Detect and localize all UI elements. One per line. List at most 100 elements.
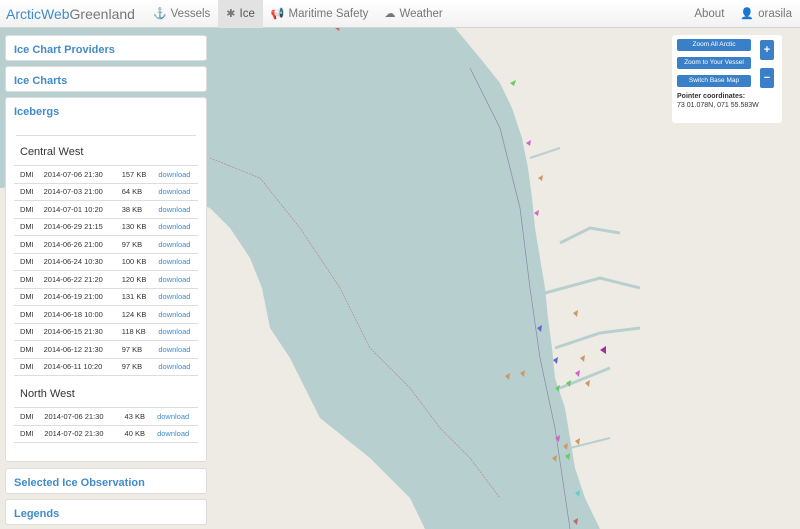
table-row: DMI 2014-06-29 21:15 130 KB download <box>14 217 198 236</box>
pointer-coordinates-label: Pointer coordinates: <box>677 93 746 100</box>
download-link[interactable]: download <box>152 252 198 271</box>
provider-cell: DMI <box>14 357 38 376</box>
panel-ice-charts[interactable]: Ice Charts <box>5 66 207 92</box>
date-cell: 2014-06-15 21:30 <box>37 322 116 341</box>
size-cell: 64 KB <box>115 182 153 201</box>
size-cell: 131 KB <box>115 287 153 306</box>
nav-ice[interactable]: ✱ Ice <box>218 0 263 28</box>
nav-vessels[interactable]: ⚓ Vessels <box>145 0 218 28</box>
provider-cell: DMI <box>14 340 38 358</box>
switch-base-map-button[interactable]: Switch Base Map <box>677 75 751 87</box>
zoom-to-vessel-button[interactable]: Zoom to Your Vessel <box>677 57 751 69</box>
nav-vessels-label: Vessels <box>170 7 211 20</box>
date-cell: 2014-07-03 21:00 <box>37 182 116 201</box>
provider-cell: DMI <box>14 287 38 306</box>
size-cell: 97 KB <box>115 235 153 253</box>
panel-title-providers[interactable]: Ice Chart Providers <box>6 36 206 64</box>
table-row: DMI 2014-07-01 10:20 38 KB download <box>14 200 198 218</box>
top-navbar: ArcticWeb Greenland ⚓ Vessels ✱ Ice 📢 Mar… <box>0 0 800 28</box>
central-west-table: DMI 2014-07-06 21:30 157 KB download DMI 2014… <box>14 165 198 376</box>
date-cell: 2014-06-11 10:20 <box>37 357 116 376</box>
panel-selected-ice-observation[interactable]: Selected Ice Observation <box>5 468 207 494</box>
zoom-all-arctic-button[interactable]: Zoom All Arctic <box>677 39 751 51</box>
provider-cell: DMI <box>14 424 39 443</box>
provider-cell: DMI <box>14 200 38 218</box>
table-row: DMI 2014-06-12 21:30 97 KB download <box>14 340 198 358</box>
download-link[interactable]: download <box>152 340 198 358</box>
table-row: DMI 2014-06-24 10:30 100 KB download <box>14 252 198 271</box>
nav-about[interactable]: About <box>686 0 732 28</box>
table-row: DMI 2014-06-26 21:00 97 KB download <box>14 235 198 253</box>
size-cell: 97 KB <box>115 340 153 358</box>
provider-cell: DMI <box>14 305 38 323</box>
download-link[interactable]: download <box>152 165 198 183</box>
date-cell: 2014-07-06 21:30 <box>37 165 116 183</box>
user-icon: 👤 <box>740 8 755 20</box>
brand-logo[interactable]: ArcticWeb Greenland <box>0 0 145 28</box>
download-link[interactable]: download <box>151 424 198 443</box>
size-cell: 120 KB <box>115 270 153 288</box>
download-link[interactable]: download <box>152 217 198 236</box>
download-link[interactable]: download <box>152 182 198 201</box>
panel-title-icebergs[interactable]: Icebergs <box>6 98 206 126</box>
download-link[interactable]: download <box>152 270 198 288</box>
table-row: DMI 2014-06-22 21:20 120 KB download <box>14 270 198 288</box>
nav-user-label: orasila <box>758 7 792 20</box>
nav-user-menu[interactable]: 👤 orasila <box>732 0 800 28</box>
provider-cell: DMI <box>14 407 39 425</box>
size-cell: 43 KB <box>118 407 152 425</box>
nav-ice-label: Ice <box>239 7 255 20</box>
download-link[interactable]: download <box>152 200 198 218</box>
panel-ice-chart-providers[interactable]: Ice Chart Providers <box>5 35 207 61</box>
table-row: DMI 2014-07-06 21:30 157 KB download <box>14 165 198 183</box>
date-cell: 2014-06-26 21:00 <box>37 235 116 253</box>
brand-part1: ArcticWeb <box>6 5 70 22</box>
download-link[interactable]: download <box>152 305 198 323</box>
download-link[interactable]: download <box>152 357 198 376</box>
nav-weather[interactable]: ☁ Weather <box>376 0 450 28</box>
panel-legends[interactable]: Legends <box>5 499 207 525</box>
size-cell: 118 KB <box>115 322 153 341</box>
date-cell: 2014-07-06 21:30 <box>38 407 119 425</box>
panel-icebergs: Icebergs Central West DMI 2014-07-06 21:3… <box>5 97 207 462</box>
download-link[interactable]: download <box>152 287 198 306</box>
asterisk-icon: ✱ <box>226 8 236 20</box>
panel-title-selected[interactable]: Selected Ice Observation <box>6 469 206 497</box>
table-row: DMI 2014-06-15 21:30 118 KB download <box>14 322 198 341</box>
size-cell: 38 KB <box>115 200 153 218</box>
zoom-in-button[interactable]: + <box>760 40 774 60</box>
divider <box>16 135 196 136</box>
provider-cell: DMI <box>14 165 38 183</box>
panel-title-charts[interactable]: Ice Charts <box>6 67 206 95</box>
bullhorn-icon: 📢 <box>270 8 285 20</box>
nav-weather-label: Weather <box>399 7 443 20</box>
region-title-north-west: North West <box>20 388 75 400</box>
panel-title-legends[interactable]: Legends <box>6 500 206 528</box>
date-cell: 2014-06-12 21:30 <box>37 340 116 358</box>
anchor-icon: ⚓ <box>152 8 167 20</box>
date-cell: 2014-06-29 21:15 <box>37 217 116 236</box>
region-title-central-west: Central West <box>20 146 84 158</box>
table-row: DMI 2014-07-03 21:00 64 KB download <box>14 182 198 201</box>
provider-cell: DMI <box>14 217 38 236</box>
size-cell: 157 KB <box>115 165 153 183</box>
zoom-out-button[interactable]: − <box>760 68 774 88</box>
cloud-icon: ☁ <box>384 8 396 20</box>
nav-about-label: About <box>694 7 725 20</box>
date-cell: 2014-07-01 10:20 <box>37 200 116 218</box>
nav-maritime-label: Maritime Safety <box>288 7 369 20</box>
size-cell: 40 KB <box>118 424 152 443</box>
provider-cell: DMI <box>14 322 38 341</box>
size-cell: 130 KB <box>115 217 153 236</box>
size-cell: 97 KB <box>115 357 153 376</box>
table-row: DMI 2014-06-18 10:00 124 KB download <box>14 305 198 323</box>
date-cell: 2014-06-18 10:00 <box>37 305 116 323</box>
brand-part2: Greenland <box>69 5 135 22</box>
table-row: DMI 2014-07-06 21:30 43 KB download <box>14 407 198 425</box>
download-link[interactable]: download <box>152 322 198 341</box>
date-cell: 2014-06-19 21:00 <box>37 287 116 306</box>
size-cell: 124 KB <box>115 305 153 323</box>
download-link[interactable]: download <box>152 235 198 253</box>
download-link[interactable]: download <box>151 407 198 425</box>
nav-maritime-safety[interactable]: 📢 Maritime Safety <box>263 0 377 28</box>
